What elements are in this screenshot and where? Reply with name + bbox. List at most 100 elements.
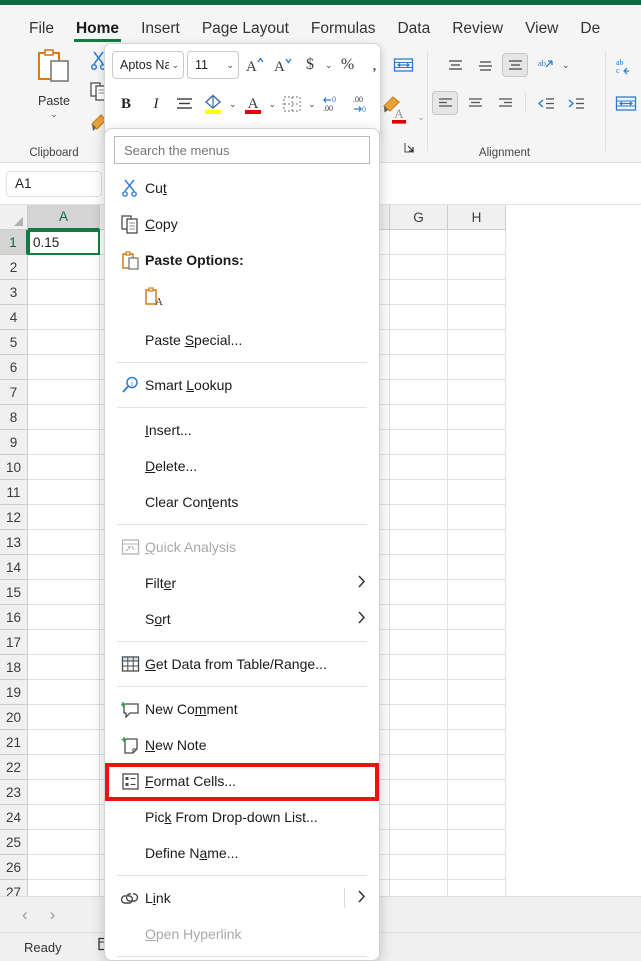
percent-style-icon[interactable]: % [336,51,360,79]
cell-G27[interactable] [390,880,448,896]
cell-G26[interactable] [390,855,448,880]
cell-A8[interactable] [28,405,100,430]
ribbon-tab-page-layout[interactable]: Page Layout [191,20,300,44]
row-header-4[interactable]: 4 [0,305,28,330]
row-header-8[interactable]: 8 [0,405,28,430]
comma-style-icon[interactable]: , [363,51,387,79]
cell-H5[interactable] [448,330,506,355]
cell-H10[interactable] [448,455,506,480]
column-header-G[interactable]: G [390,205,448,230]
cell-H15[interactable] [448,580,506,605]
increase-decimal-icon[interactable]: .00 0 [349,90,376,118]
chevron-right-icon[interactable] [357,575,366,591]
row-header-13[interactable]: 13 [0,530,28,555]
row-header-17[interactable]: 17 [0,630,28,655]
cell-A12[interactable] [28,505,100,530]
cell-G20[interactable] [390,705,448,730]
cell-H3[interactable] [448,280,506,305]
cell-A1[interactable]: 0.15 [28,230,100,255]
cell-A19[interactable] [28,680,100,705]
ribbon-tab-formulas[interactable]: Formulas [300,20,387,44]
cell-G23[interactable] [390,780,448,805]
fill-color-icon[interactable] [200,90,226,118]
row-header-25[interactable]: 25 [0,830,28,855]
row-header-27[interactable]: 27 [0,880,28,896]
cell-G25[interactable] [390,830,448,855]
cell-A15[interactable] [28,580,100,605]
format-painter-icon[interactable] [379,90,405,118]
row-header-11[interactable]: 11 [0,480,28,505]
cell-H6[interactable] [448,355,506,380]
align-bottom-button[interactable] [502,53,528,77]
merge-and-center-icon[interactable] [390,51,417,79]
paste-values-icon[interactable]: A [145,287,166,313]
wrap-text-icon[interactable]: ab c [615,57,637,81]
search-menus-input[interactable]: Search the menus [114,136,370,164]
row-header-15[interactable]: 15 [0,580,28,605]
cell-H16[interactable] [448,605,506,630]
chevron-down-icon[interactable]: ⌄ [171,60,179,71]
select-all-corner[interactable] [0,205,28,230]
chevron-down-icon[interactable]: ⌄ [308,99,316,110]
align-center-icon[interactable] [172,90,197,118]
borders-icon[interactable] [279,90,305,118]
cell-H9[interactable] [448,430,506,455]
menu-item-paste-options[interactable]: Paste Options: [105,242,379,278]
row-header-23[interactable]: 23 [0,780,28,805]
cell-H2[interactable] [448,255,506,280]
cell-A16[interactable] [28,605,100,630]
cell-A4[interactable] [28,305,100,330]
cell-G1[interactable] [390,230,448,255]
cell-G16[interactable] [390,605,448,630]
chevron-down-icon[interactable]: ⌄ [226,60,234,71]
cell-A10[interactable] [28,455,100,480]
cell-G2[interactable] [390,255,448,280]
cell-H26[interactable] [448,855,506,880]
cell-H12[interactable] [448,505,506,530]
menu-item-filter[interactable]: Filter [105,565,379,601]
cell-A26[interactable] [28,855,100,880]
menu-item-new-note[interactable]: New Note [105,727,379,763]
cell-G9[interactable] [390,430,448,455]
chevron-down-icon[interactable]: ⌄ [50,110,58,119]
column-header-H[interactable]: H [448,205,506,230]
decrease-indent-button[interactable] [533,91,559,115]
cell-A7[interactable] [28,380,100,405]
chevron-down-icon[interactable]: ⌄ [229,99,237,110]
row-header-12[interactable]: 12 [0,505,28,530]
cell-H20[interactable] [448,705,506,730]
row-header-7[interactable]: 7 [0,380,28,405]
chevron-right-icon[interactable] [357,890,366,906]
cell-G3[interactable] [390,280,448,305]
cell-A2[interactable] [28,255,100,280]
align-middle-button[interactable] [472,53,498,77]
align-right-button[interactable] [492,91,518,115]
cell-H25[interactable] [448,830,506,855]
grow-font-icon[interactable]: A [242,51,267,79]
italic-button[interactable]: I [143,90,169,118]
column-header-A[interactable]: A [28,205,100,230]
decrease-decimal-icon[interactable]: 0 .00 [319,90,346,118]
chevron-down-icon[interactable]: ⌄ [269,99,277,110]
row-header-22[interactable]: 22 [0,755,28,780]
cell-G24[interactable] [390,805,448,830]
chevron-down-icon[interactable]: ⌄ [418,112,426,123]
row-header-20[interactable]: 20 [0,705,28,730]
row-header-5[interactable]: 5 [0,330,28,355]
row-header-3[interactable]: 3 [0,280,28,305]
cell-G14[interactable] [390,555,448,580]
row-header-24[interactable]: 24 [0,805,28,830]
menu-item-clear-contents[interactable]: Clear Contents [105,484,379,520]
row-header-21[interactable]: 21 [0,730,28,755]
cell-H19[interactable] [448,680,506,705]
shrink-font-icon[interactable]: A [270,51,295,79]
font-size-combo[interactable]: 11 ⌄ [187,51,239,79]
ribbon-tab-file[interactable]: File [18,20,65,44]
cell-A5[interactable] [28,330,100,355]
cell-A18[interactable] [28,655,100,680]
ribbon-tab-home[interactable]: Home [65,20,130,44]
cell-H18[interactable] [448,655,506,680]
cell-G8[interactable] [390,405,448,430]
row-header-9[interactable]: 9 [0,430,28,455]
menu-item-delete[interactable]: Delete... [105,448,379,484]
